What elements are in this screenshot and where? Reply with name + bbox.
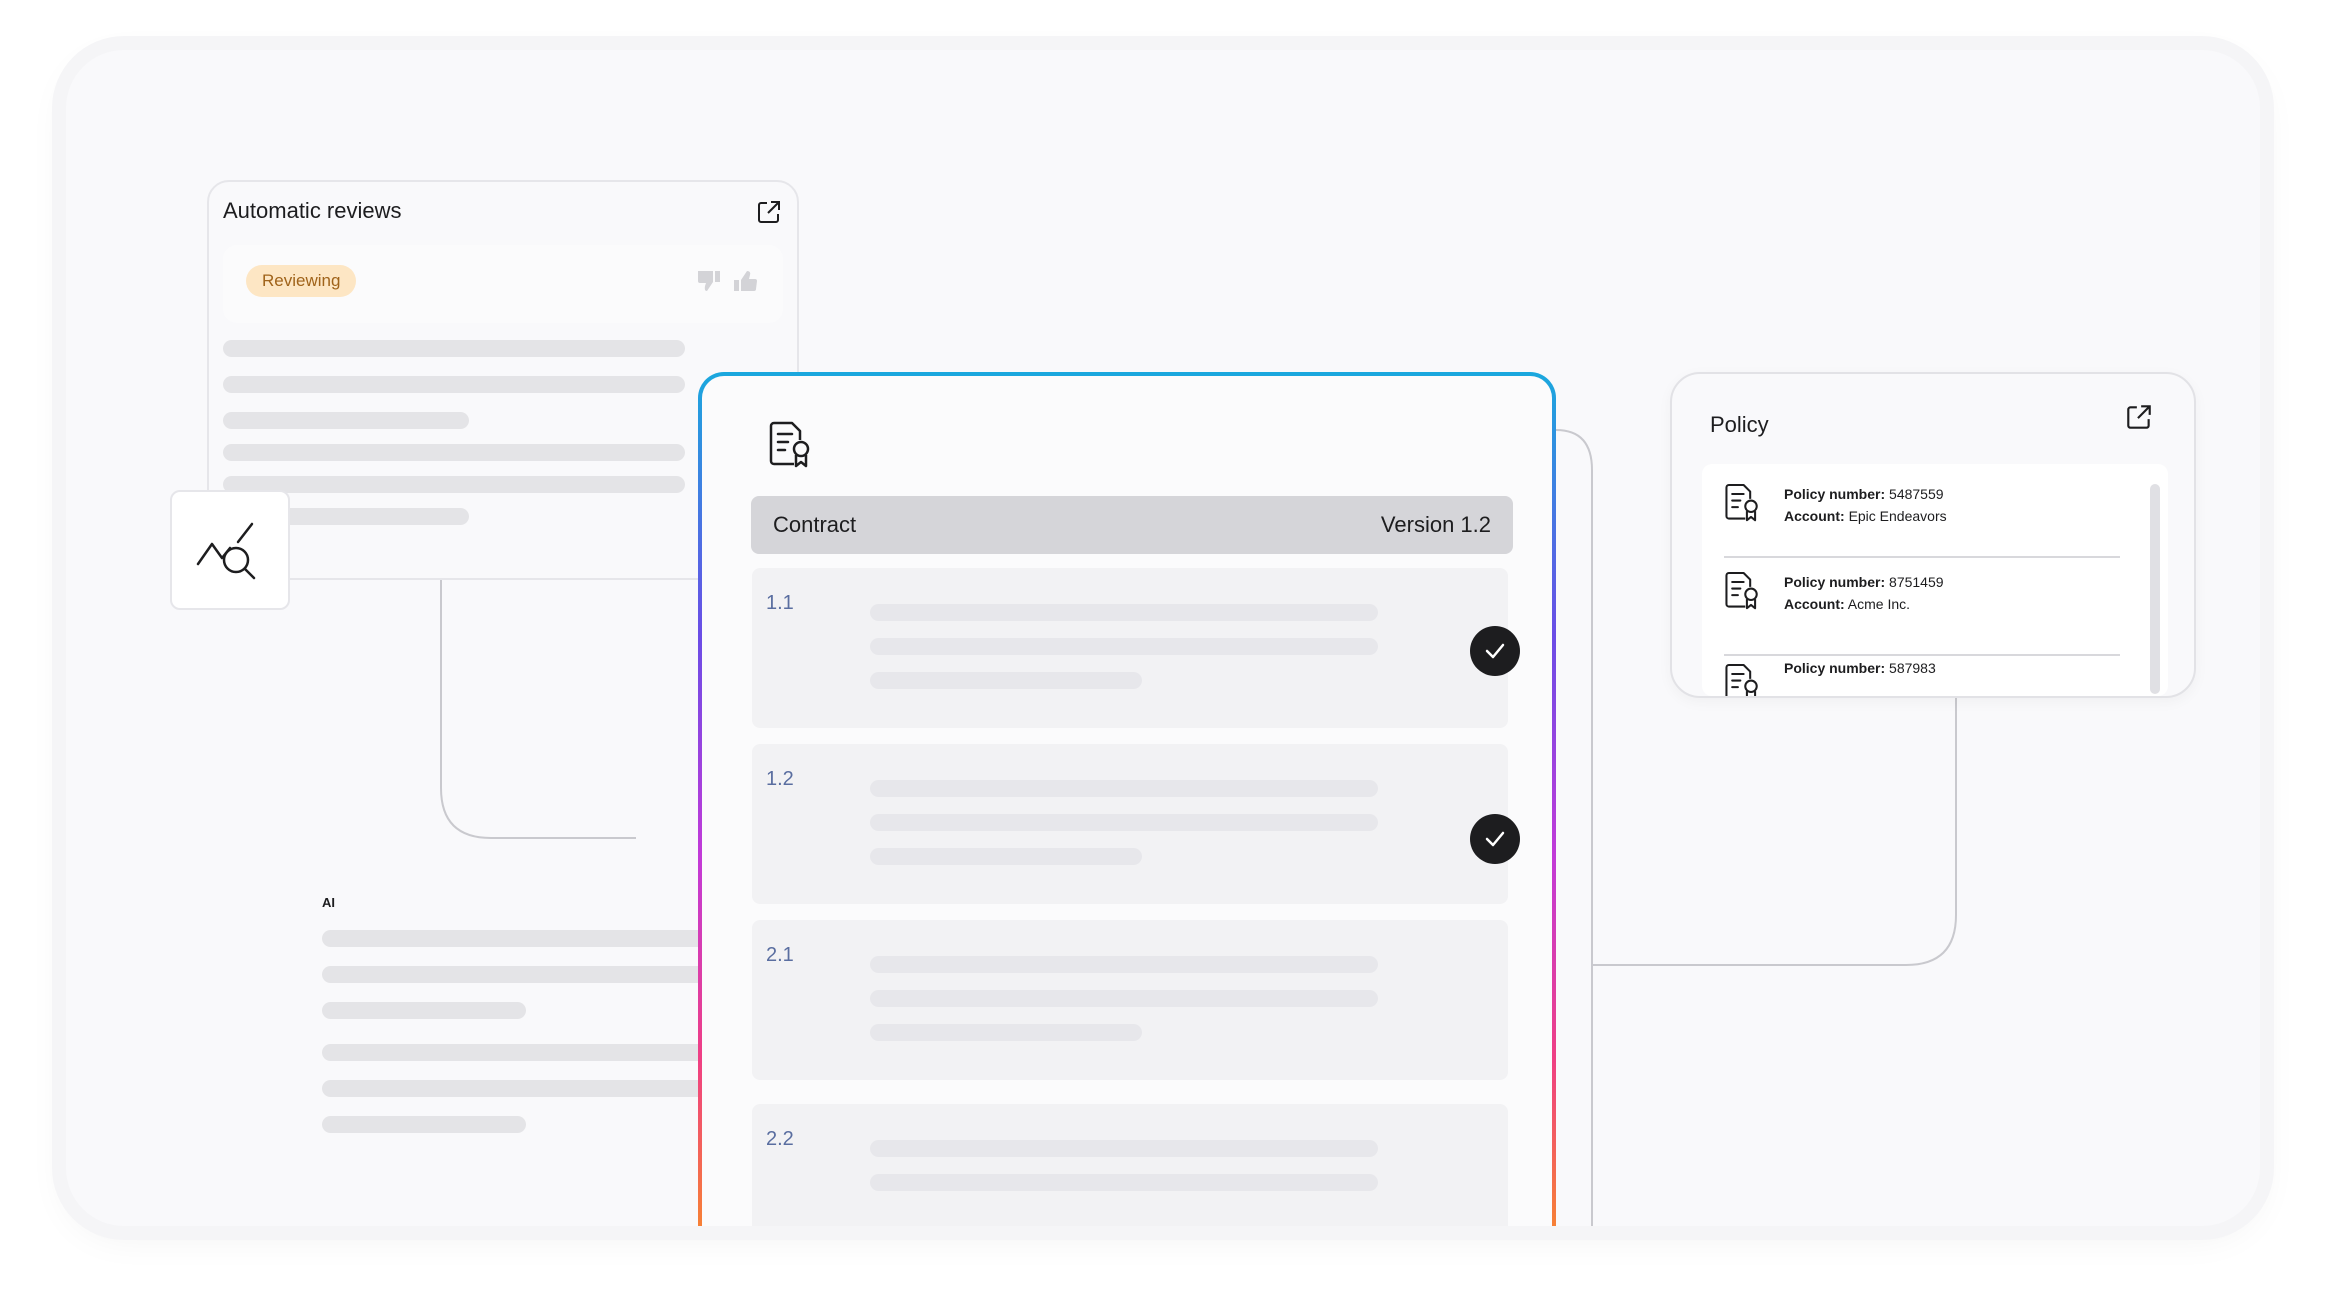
skeleton-line xyxy=(322,1080,712,1097)
check-icon xyxy=(1470,626,1520,676)
skeleton-line xyxy=(870,1174,1378,1191)
analytics-tile[interactable] xyxy=(170,490,290,610)
clause-number: 1.2 xyxy=(766,768,794,790)
contract-version: Version 1.2 xyxy=(1380,512,1491,537)
policy-item[interactable]: Policy number: 5487559 Account: Epic End… xyxy=(1724,464,2124,556)
thumbs-up-icon[interactable] xyxy=(731,267,759,295)
skeleton-line xyxy=(223,476,685,493)
skeleton-line xyxy=(322,1002,526,1019)
policy-item[interactable]: Policy number: 8751459 Account: Acme Inc… xyxy=(1724,552,2124,644)
policy-number: 5487559 xyxy=(1889,486,1944,502)
skeleton-line xyxy=(870,638,1378,655)
policy-number: 8751459 xyxy=(1889,574,1944,590)
certificate-document-icon xyxy=(1725,663,1758,696)
skeleton-line xyxy=(870,1140,1378,1157)
policy-number: 587983 xyxy=(1889,660,1936,676)
skeleton-line xyxy=(870,1024,1142,1041)
skeleton-line xyxy=(870,604,1378,621)
skeleton-line xyxy=(223,376,685,393)
external-link-icon[interactable] xyxy=(755,198,783,226)
skeleton-line xyxy=(870,672,1142,689)
canvas: Automatic reviews Reviewing AI Contract … xyxy=(66,50,2260,1226)
skeleton-line xyxy=(870,956,1378,973)
clause-number: 2.1 xyxy=(766,944,794,966)
clause-row[interactable]: 2.2 xyxy=(752,1104,1508,1226)
skeleton-line xyxy=(870,814,1378,831)
skeleton-line xyxy=(322,930,712,947)
skeleton-line xyxy=(223,444,685,461)
skeleton-line xyxy=(223,340,685,357)
clause-number: 1.1 xyxy=(766,592,794,614)
reviews-title: Automatic reviews xyxy=(223,198,402,223)
skeleton-line xyxy=(223,412,469,429)
skeleton-line xyxy=(322,1044,712,1061)
clause-number: 2.2 xyxy=(766,1128,794,1150)
clause-row[interactable]: 1.1 xyxy=(752,568,1520,728)
contract-card: Contract Version 1.2 1.1 1.2 2.1 2.2 xyxy=(698,372,1556,1226)
certificate-document-icon xyxy=(769,421,810,468)
skeleton-line xyxy=(322,966,712,983)
external-link-icon[interactable] xyxy=(2124,402,2154,432)
skeleton-line xyxy=(870,990,1378,1007)
account-name: Epic Endeavors xyxy=(1848,508,1947,524)
scrollbar[interactable] xyxy=(2150,484,2160,694)
policy-number-label: Policy number: xyxy=(1784,660,1886,676)
account-label: Account: xyxy=(1784,508,1845,524)
ai-label: AI xyxy=(322,895,335,910)
policy-list[interactable]: Policy number: 5487559 Account: Epic End… xyxy=(1702,464,2168,696)
chart-search-icon xyxy=(196,522,256,580)
status-badge: Reviewing xyxy=(246,265,357,297)
policy-item[interactable]: Policy number: 587983 xyxy=(1724,644,2124,696)
account-name: Acme Inc. xyxy=(1847,596,1911,612)
contract-title: Contract xyxy=(773,512,857,537)
clause-row[interactable]: 2.1 xyxy=(752,920,1508,1080)
thumbs-down-icon[interactable] xyxy=(695,267,723,295)
certificate-document-icon xyxy=(1725,571,1758,610)
skeleton-line xyxy=(870,780,1378,797)
contract-header: Contract Version 1.2 xyxy=(751,496,1513,554)
policy-card: Policy Policy number: 5487559 Account: E… xyxy=(1670,372,2196,698)
skeleton-line xyxy=(870,848,1142,865)
policy-number-label: Policy number: xyxy=(1784,574,1886,590)
certificate-document-icon xyxy=(1725,483,1758,522)
skeleton-line xyxy=(322,1116,526,1133)
policy-number-label: Policy number: xyxy=(1784,486,1886,502)
check-icon xyxy=(1470,814,1520,864)
policy-title: Policy xyxy=(1710,412,1769,437)
clause-row[interactable]: 1.2 xyxy=(752,744,1520,904)
account-label: Account: xyxy=(1784,596,1845,612)
review-status-row: Reviewing xyxy=(223,245,783,323)
